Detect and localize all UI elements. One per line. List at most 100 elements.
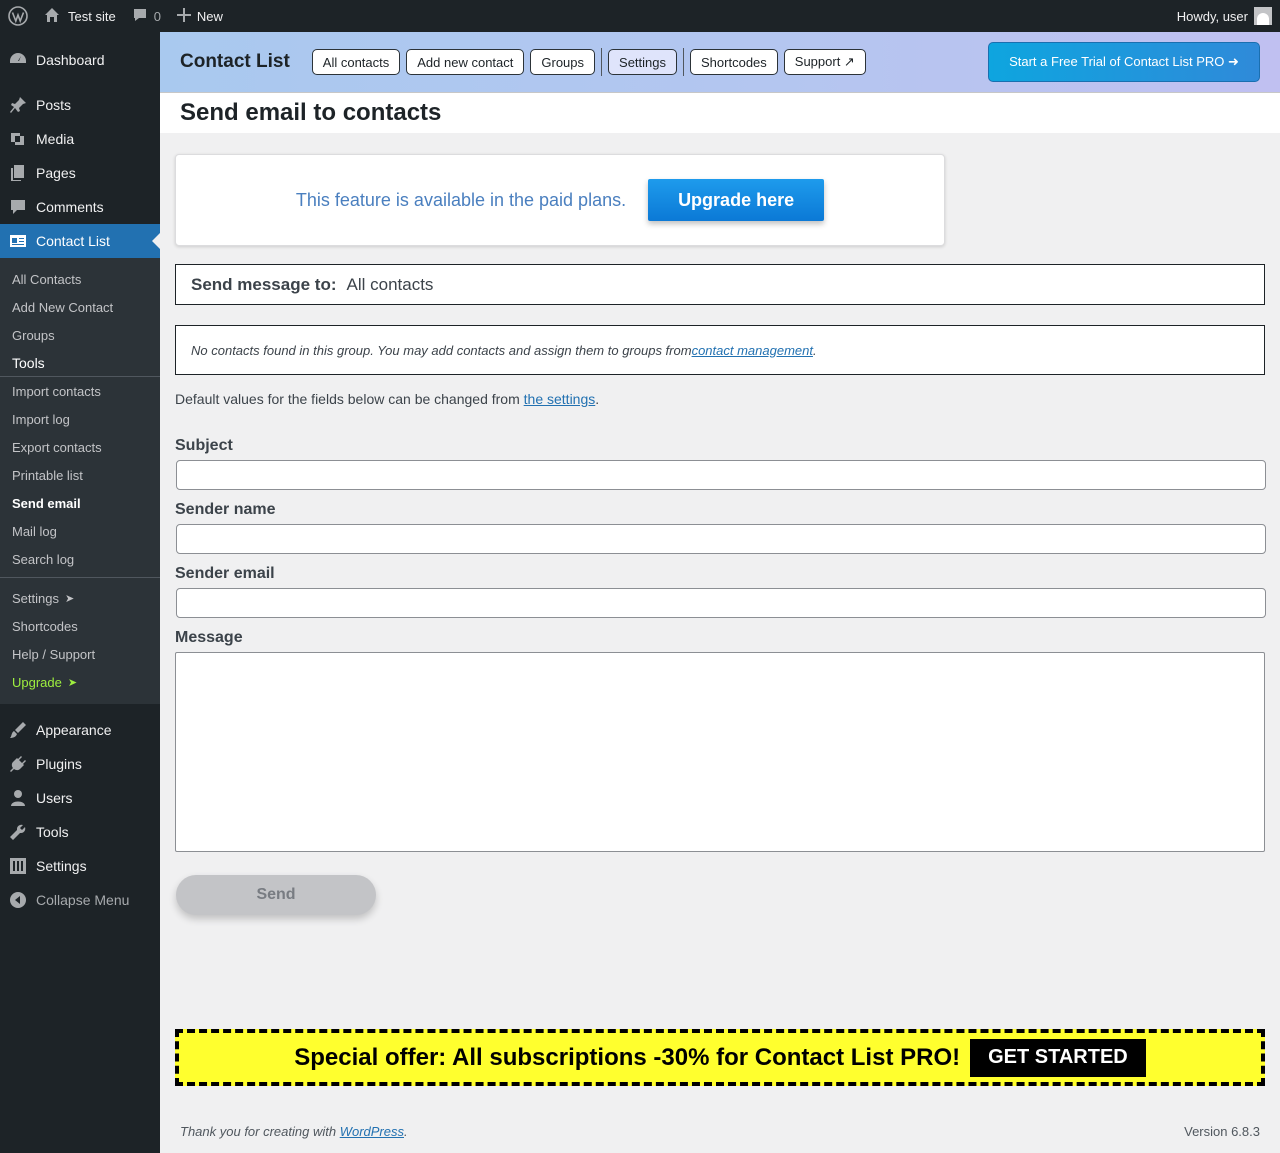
new-label: New xyxy=(196,8,223,24)
menu-pages[interactable]: Pages xyxy=(0,156,160,190)
the-settings-link[interactable]: the settings xyxy=(524,391,596,407)
paid-feature-text: This feature is available in the paid pl… xyxy=(295,189,627,210)
menu-dashboard[interactable]: Dashboard xyxy=(0,43,160,77)
free-trial-button[interactable]: Start a Free Trial of Contact List PRO ➜ xyxy=(988,42,1260,82)
special-offer-banner: Special offer: All subscriptions -30% fo… xyxy=(175,1029,1265,1086)
plug-icon xyxy=(8,754,28,774)
submenu-groups[interactable]: Groups xyxy=(0,321,160,349)
submenu-add-new-contact[interactable]: Add New Contact xyxy=(0,293,160,321)
nav-support-button[interactable]: Support ↗ xyxy=(783,49,866,75)
comment-bubble-icon xyxy=(132,7,148,26)
dashboard-icon xyxy=(8,50,28,70)
nav-shortcodes-button[interactable]: Shortcodes xyxy=(690,49,778,75)
menu-contact-list-label: Contact List xyxy=(36,233,110,249)
admin-bar: Test site 0 New Howdy, user xyxy=(0,0,1280,32)
plus-icon xyxy=(176,7,191,25)
pushpin-icon xyxy=(8,95,28,115)
submenu-settings[interactable]: Settings ➤ xyxy=(0,584,160,612)
comments-count: 0 xyxy=(153,8,161,24)
plugin-title: Contact List xyxy=(180,51,290,72)
comments-icon xyxy=(8,197,28,217)
menu-plugins[interactable]: Plugins xyxy=(0,747,160,781)
submenu-all-contacts[interactable]: All Contacts xyxy=(0,265,160,293)
paid-feature-notice: This feature is available in the paid pl… xyxy=(175,154,945,246)
avatar xyxy=(1254,7,1272,25)
submenu-help-support[interactable]: Help / Support xyxy=(0,640,160,668)
submenu-mail-log[interactable]: Mail log xyxy=(0,517,160,545)
submenu-settings-label: Settings xyxy=(12,590,59,606)
subject-label: Subject xyxy=(175,437,233,454)
submenu-export-contacts[interactable]: Export contacts xyxy=(0,433,160,461)
nav-settings-button[interactable]: Settings xyxy=(608,49,678,75)
menu-posts-label: Posts xyxy=(36,97,72,113)
new-content-link[interactable]: New xyxy=(169,0,231,32)
submenu-upgrade[interactable]: Upgrade ➤ xyxy=(0,668,160,696)
menu-plugins-label: Plugins xyxy=(36,756,82,772)
nav-divider xyxy=(601,48,603,76)
footer-period: . xyxy=(404,1124,408,1139)
menu-media[interactable]: Media xyxy=(0,122,160,156)
defaults-text: Default values for the fields below can … xyxy=(175,391,524,407)
submenu-printable-list[interactable]: Printable list xyxy=(0,461,160,489)
admin-sidebar: Dashboard Posts Media Pages Comments Con… xyxy=(0,32,160,1153)
submenu-upgrade-label: Upgrade xyxy=(12,674,62,690)
page-title: Send email to contacts xyxy=(180,99,442,126)
menu-comments[interactable]: Comments xyxy=(0,190,160,224)
howdy-label: Howdy, user xyxy=(1176,8,1248,24)
menu-settings-label: Settings xyxy=(36,858,87,874)
comments-link[interactable]: 0 xyxy=(124,0,169,32)
sender-name-label: Sender name xyxy=(175,501,276,518)
no-contacts-text: No contacts found in this group. You may… xyxy=(191,342,692,358)
subject-input[interactable] xyxy=(176,460,1266,490)
submenu-import-log[interactable]: Import log xyxy=(0,405,160,433)
paintbrush-icon xyxy=(8,720,28,740)
arrow-right-icon: ➤ xyxy=(64,592,75,605)
menu-dashboard-label: Dashboard xyxy=(36,52,105,68)
no-contacts-period: . xyxy=(812,342,817,358)
submenu-send-email[interactable]: Send email xyxy=(0,489,160,517)
menu-users[interactable]: Users xyxy=(0,781,160,815)
menu-comments-label: Comments xyxy=(36,199,104,215)
menu-media-label: Media xyxy=(36,131,75,147)
site-name-label: Test site xyxy=(68,8,116,24)
arrow-right-icon: ➤ xyxy=(67,676,78,689)
send-to-label: Send message to: xyxy=(191,274,337,294)
contact-management-link[interactable]: contact management xyxy=(692,343,813,358)
wordpress-logo-icon[interactable] xyxy=(0,0,36,32)
submenu-shortcodes[interactable]: Shortcodes xyxy=(0,612,160,640)
user-account-menu[interactable]: Howdy, user xyxy=(1169,0,1280,32)
site-name-link[interactable]: Test site xyxy=(36,0,124,32)
wordpress-link[interactable]: WordPress xyxy=(340,1124,404,1139)
defaults-hint: Default values for the fields below can … xyxy=(175,391,599,407)
menu-appearance[interactable]: Appearance xyxy=(0,713,160,747)
message-label: Message xyxy=(175,629,243,646)
special-offer-text: Special offer: All subscriptions -30% fo… xyxy=(294,1043,961,1071)
footer-thanks: Thank you for creating with WordPress. xyxy=(180,1124,408,1139)
send-button[interactable]: Send xyxy=(176,875,376,915)
menu-settings[interactable]: Settings xyxy=(0,849,160,883)
sender-email-input[interactable] xyxy=(176,588,1266,618)
defaults-period: . xyxy=(595,391,600,407)
nav-groups-button[interactable]: Groups xyxy=(530,49,596,75)
menu-contact-list[interactable]: Contact List xyxy=(0,224,160,258)
collapse-arrow-icon xyxy=(8,890,28,910)
submenu-import-contacts[interactable]: Import contacts xyxy=(0,377,160,405)
send-message-to-box: Send message to: All contacts xyxy=(175,264,1265,305)
menu-tools[interactable]: Tools xyxy=(0,815,160,849)
collapse-menu-button[interactable]: Collapse Menu xyxy=(0,883,160,917)
admin-footer: Thank you for creating with WordPress. V… xyxy=(180,1124,1260,1139)
sender-name-input[interactable] xyxy=(176,524,1266,554)
nav-add-new-contact-button[interactable]: Add new contact xyxy=(406,49,525,75)
media-icon xyxy=(8,129,28,149)
upgrade-here-button[interactable]: Upgrade here xyxy=(648,179,825,221)
menu-tools-label: Tools xyxy=(36,824,69,840)
get-started-button[interactable]: GET STARTED xyxy=(970,1038,1146,1077)
nav-all-contacts-button[interactable]: All contacts xyxy=(311,49,401,75)
page-title-bar: Send email to contacts xyxy=(160,93,1280,133)
submenu-tools-heading: Tools xyxy=(0,349,160,377)
pages-icon xyxy=(8,163,28,183)
submenu-search-log[interactable]: Search log xyxy=(0,545,160,573)
menu-posts[interactable]: Posts xyxy=(0,88,160,122)
menu-pages-label: Pages xyxy=(36,165,76,181)
message-textarea[interactable] xyxy=(175,652,1265,852)
